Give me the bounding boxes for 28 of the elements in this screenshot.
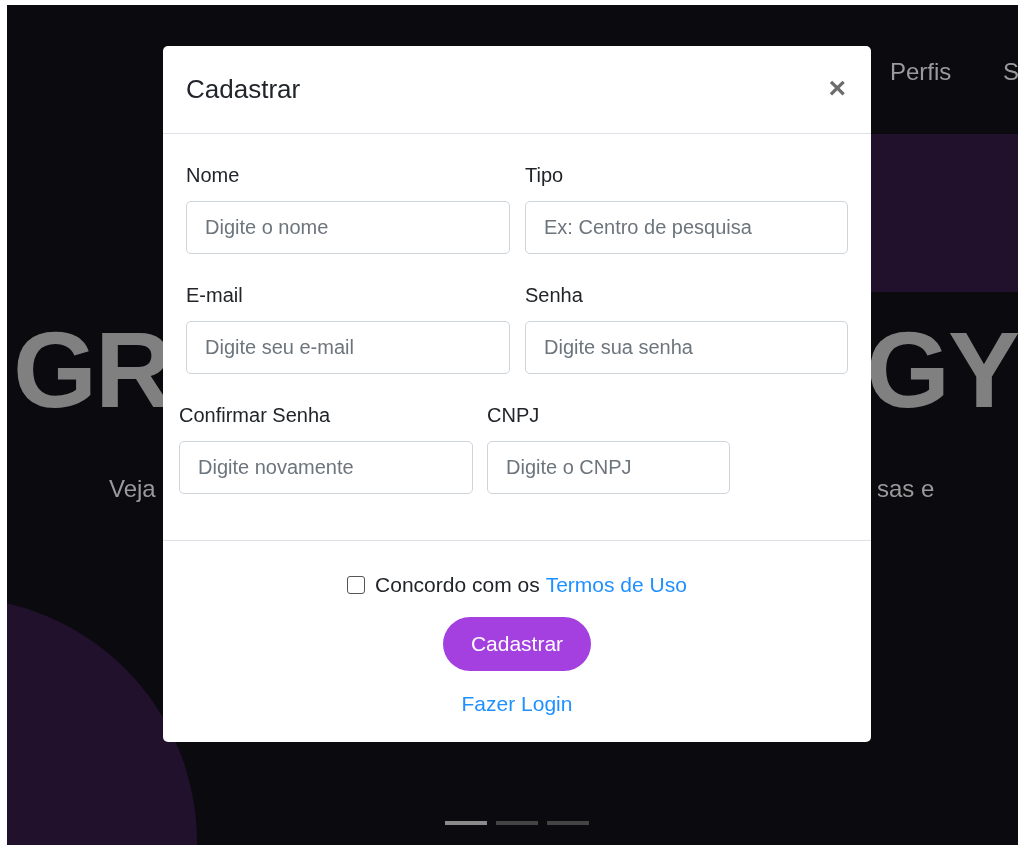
carousel-indicator[interactable] [547, 821, 589, 825]
field-label: CNPJ [487, 403, 541, 428]
field-label: Confirmar Senha [179, 403, 332, 428]
carousel-indicator[interactable] [496, 821, 538, 825]
input-field[interactable]: Digite o nome [186, 201, 510, 254]
input-field[interactable]: Digite sua senha [525, 321, 848, 374]
input-field[interactable]: Digite novamente [179, 441, 473, 494]
field-label: E-mail [186, 283, 244, 308]
input-field[interactable]: Digite seu e-mail [186, 321, 510, 374]
subtitle-text: Veja [109, 474, 156, 504]
terms-link[interactable]: Termos de Uso [545, 569, 687, 601]
submit-button[interactable]: Cadastrar [443, 616, 591, 671]
carousel-indicator[interactable] [445, 821, 487, 825]
field-label: Senha [525, 283, 584, 308]
nav-link[interactable]: Perfis [890, 54, 952, 90]
modal-title: Cadastrar [186, 73, 301, 106]
terms-checkbox[interactable] [347, 575, 366, 594]
headline-text: GR [13, 311, 171, 430]
terms-text: Concordo com os [375, 572, 540, 598]
nav-link[interactable]: S [1003, 54, 1018, 90]
close-button[interactable]: × [828, 72, 848, 107]
field-label: Nome [186, 163, 241, 188]
headline-text: GY [865, 311, 1018, 430]
input-field[interactable]: Ex: Centro de pesquisa [525, 201, 848, 254]
subtitle-text: sas e [877, 474, 935, 504]
field-label: Tipo [525, 163, 565, 188]
login-link[interactable]: Fazer Login [461, 687, 573, 719]
input-field[interactable]: Digite o CNPJ [487, 441, 730, 494]
